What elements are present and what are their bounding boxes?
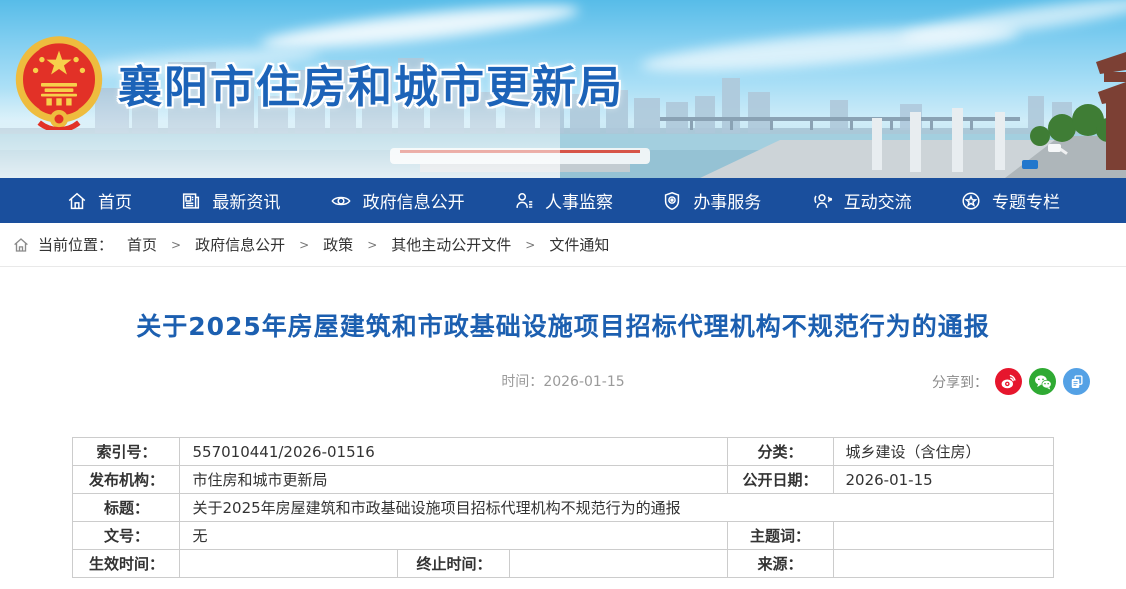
table-row: 标题： 关于2025年房屋建筑和市政基础设施项目招标代理机构不规范行为的通报: [73, 494, 1053, 522]
issuing-agency-label: 发布机构：: [73, 466, 180, 494]
nav-item-home[interactable]: 首页: [66, 188, 132, 213]
share-weibo-button[interactable]: [995, 368, 1022, 395]
keywords-value: [833, 522, 1053, 550]
nav-label: 政府信息公开: [363, 188, 465, 213]
doc-title-label: 标题：: [73, 494, 180, 522]
doc-title-value: 关于2025年房屋建筑和市政基础设施项目招标代理机构不规范行为的通报: [180, 494, 1053, 522]
breadcrumb-item-home[interactable]: 首页: [127, 234, 157, 255]
eye-icon: [329, 190, 353, 212]
index-number-label: 索引号：: [73, 438, 180, 466]
effective-date-value: [180, 550, 398, 578]
share-bar: 分享到：: [932, 368, 1090, 395]
breadcrumb-item-other-public-files[interactable]: 其他主动公开文件: [391, 234, 511, 255]
keywords-label: 主题词：: [727, 522, 833, 550]
article-meta-row: 时间：2026-01-15 分享到：: [0, 367, 1126, 397]
doc-number-value: 无: [180, 522, 727, 550]
nav-item-personnel[interactable]: 人事监察: [513, 188, 613, 213]
main-nav: 首页 最新资讯 政府信息公开 人事监察 办事服务 互动交流: [0, 178, 1126, 223]
nav-label: 首页: [98, 188, 132, 213]
article-title: 关于2025年房屋建筑和市政基础设施项目招标代理机构不规范行为的通报: [0, 307, 1126, 343]
breadcrumb-separator: >: [525, 238, 535, 252]
index-number-value: 557010441/2026-01516: [180, 438, 727, 466]
site-title: 襄阳市住房和城市更新局: [118, 51, 624, 115]
breadcrumb-separator: >: [299, 238, 309, 252]
publish-time-label: 时间：: [501, 374, 543, 390]
breadcrumb-item-info-disclosure[interactable]: 政府信息公开: [195, 234, 285, 255]
chat-people-icon: [810, 190, 834, 212]
person-icon: [513, 190, 535, 212]
meta-table: 索引号： 557010441/2026-01516 分类： 城乡建设（含住房） …: [72, 437, 1053, 578]
breadcrumb-item-file-notice[interactable]: 文件通知: [549, 234, 609, 255]
weibo-icon: [999, 372, 1018, 391]
site-brand: 襄阳市住房和城市更新局: [14, 36, 624, 130]
copy-link-icon: [1068, 373, 1086, 391]
nav-label: 最新资讯: [212, 188, 280, 213]
header-banner: 襄阳市住房和城市更新局: [0, 0, 1126, 178]
nav-label: 专题专栏: [992, 188, 1060, 213]
share-copy-link-button[interactable]: [1063, 368, 1090, 395]
table-row: 索引号： 557010441/2026-01516 分类： 城乡建设（含住房）: [73, 438, 1053, 466]
home-icon: [66, 190, 88, 212]
wechat-icon: [1033, 372, 1053, 392]
publish-time-value: 2026-01-15: [543, 374, 624, 390]
nav-item-news[interactable]: 最新资讯: [180, 188, 280, 213]
nav-label: 人事监察: [545, 188, 613, 213]
news-icon: [180, 190, 202, 212]
breadcrumb-separator: >: [171, 238, 181, 252]
share-wechat-button[interactable]: [1029, 368, 1056, 395]
shield-icon: [661, 190, 683, 212]
nav-item-services[interactable]: 办事服务: [661, 188, 761, 213]
home-icon: [12, 236, 30, 254]
article-content: 关于2025年房屋建筑和市政基础设施项目招标代理机构不规范行为的通报 时间：20…: [0, 267, 1126, 578]
source-label: 来源：: [727, 550, 833, 578]
table-row: 发布机构： 市住房和城市更新局 公开日期： 2026-01-15: [73, 466, 1053, 494]
category-label: 分类：: [727, 438, 833, 466]
nav-item-special-columns[interactable]: 专题专栏: [960, 188, 1060, 213]
doc-number-label: 文号：: [73, 522, 180, 550]
nav-item-info-disclosure[interactable]: 政府信息公开: [329, 188, 465, 213]
effective-date-label: 生效时间：: [73, 550, 180, 578]
table-row: 文号： 无 主题词：: [73, 522, 1053, 550]
star-circle-icon: [960, 190, 982, 212]
national-emblem: [14, 36, 104, 130]
nav-label: 互动交流: [844, 188, 912, 213]
nav-item-interaction[interactable]: 互动交流: [810, 188, 912, 213]
category-value: 城乡建设（含住房）: [833, 438, 1053, 466]
issuing-agency-value: 市住房和城市更新局: [180, 466, 727, 494]
nav-label: 办事服务: [693, 188, 761, 213]
table-row: 生效时间： 终止时间： 来源：: [73, 550, 1053, 578]
breadcrumb-item-policy[interactable]: 政策: [323, 234, 353, 255]
publish-date-label: 公开日期：: [727, 466, 833, 494]
expiry-date-value: [510, 550, 727, 578]
breadcrumb-separator: >: [367, 238, 377, 252]
breadcrumb-prefix: 当前位置：: [38, 234, 113, 255]
share-label: 分享到：: [932, 372, 988, 392]
publish-date-value: 2026-01-15: [833, 466, 1053, 494]
expiry-date-label: 终止时间：: [398, 550, 510, 578]
breadcrumb: 当前位置： 首页 > 政府信息公开 > 政策 > 其他主动公开文件 > 文件通知: [0, 223, 1126, 267]
source-value: [833, 550, 1053, 578]
